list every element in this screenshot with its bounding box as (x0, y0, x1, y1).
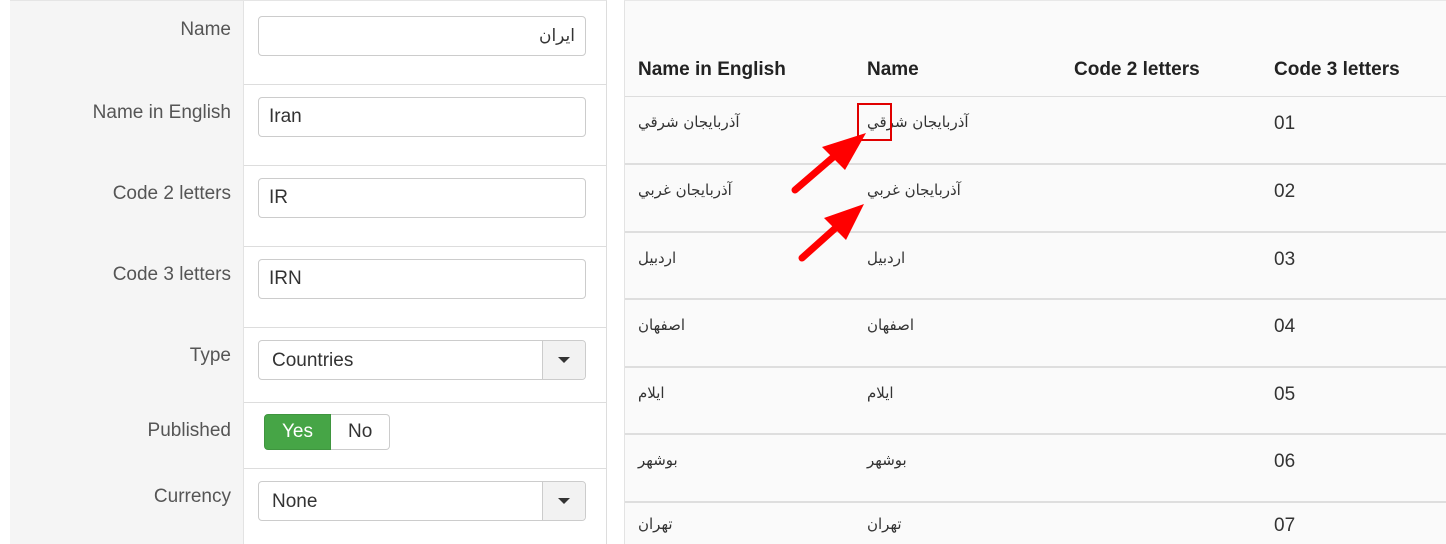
form-label-cell: Code 2 letters (10, 165, 244, 246)
form-row-name: Name (10, 1, 606, 85)
form-label-cell: Published (10, 402, 244, 468)
regions-table: Name in English Name Code 2 letters Code… (624, 0, 1446, 544)
form-label-cell: Name (10, 1, 244, 84)
cell-name: تهران (867, 515, 902, 533)
published-yes-button[interactable]: Yes (264, 414, 331, 450)
form-row-name-english: Name in English (10, 84, 606, 166)
table-row: بوشهر بوشهر 06 (625, 435, 1446, 503)
type-select[interactable]: Countries (258, 340, 586, 380)
cell-name: ايلام (867, 384, 894, 402)
cell-code3: 02 (1274, 181, 1296, 202)
form-row-published: Published Yes No (10, 402, 606, 469)
table-row: آذربایجان غربي آذربایجان غربي 02 (625, 165, 1446, 233)
form-label-cell: Type (10, 327, 244, 402)
chevron-down-icon (558, 498, 570, 504)
column-header-code3[interactable]: Code 3 letters (1274, 59, 1400, 81)
name-english-input[interactable] (258, 97, 586, 137)
form-row-code3: Code 3 letters (10, 246, 606, 328)
column-header-code2[interactable]: Code 2 letters (1074, 59, 1200, 81)
name-input[interactable] (258, 16, 586, 56)
cell-name-english: ايلام (638, 384, 665, 402)
published-label: Published (147, 420, 231, 441)
form-row-currency: Currency None (10, 468, 606, 544)
cell-name-english: تهران (638, 515, 673, 533)
name-english-label: Name in English (92, 102, 231, 123)
currency-label: Currency (153, 486, 231, 507)
cell-name: آذربایجان غربي (867, 181, 961, 199)
published-toggle: Yes No (264, 414, 391, 450)
cell-name: بوشهر (867, 451, 907, 469)
cell-name-english: اردبيل (638, 249, 677, 267)
name-label: Name (180, 19, 231, 40)
annotation-highlight-box (857, 103, 892, 141)
table-row: اصفهان اصفهان 04 (625, 300, 1446, 368)
type-label: Type (189, 345, 231, 366)
currency-select-toggle[interactable] (542, 482, 585, 520)
type-selected-value: Countries (272, 350, 354, 371)
form-label-cell: Name in English (10, 84, 244, 165)
form-row-code2: Code 2 letters (10, 165, 606, 247)
form-row-type: Type Countries (10, 327, 606, 403)
form-label-cell: Code 3 letters (10, 246, 244, 327)
cell-name-english: بوشهر (638, 451, 678, 469)
code3-label: Code 3 letters (112, 264, 231, 285)
country-edit-form: Name Name in English Code 2 letters Code… (10, 0, 607, 544)
currency-selected-value: None (272, 491, 318, 512)
cell-name: اردبيل (867, 249, 906, 267)
chevron-down-icon (558, 357, 570, 363)
type-select-toggle[interactable] (542, 341, 585, 379)
cell-code3: 03 (1274, 249, 1296, 270)
cell-name: اصفهان (867, 316, 914, 334)
table-row: تهران تهران 07 (625, 503, 1446, 544)
column-header-name-english[interactable]: Name in English (638, 59, 786, 81)
published-no-button[interactable]: No (331, 414, 391, 450)
cell-name-english: آذربایجان غربي (638, 181, 732, 199)
code2-label: Code 2 letters (112, 183, 231, 204)
cell-code3: 04 (1274, 316, 1296, 337)
table-row: اردبيل اردبيل 03 (625, 233, 1446, 300)
column-header-name[interactable]: Name (867, 59, 919, 81)
cell-code3: 07 (1274, 515, 1296, 536)
cell-name-english: آذربایجان شرقي (638, 113, 740, 131)
cell-code3: 01 (1274, 113, 1296, 134)
cell-name-english: اصفهان (638, 316, 685, 334)
currency-select[interactable]: None (258, 481, 586, 521)
table-row: ايلام ايلام 05 (625, 368, 1446, 435)
code2-input[interactable] (258, 178, 586, 218)
form-label-cell: Currency (10, 468, 244, 544)
cell-code3: 05 (1274, 384, 1296, 405)
cell-code3: 06 (1274, 451, 1296, 472)
table-row: آذربایجان شرقي آذربایجان شرقي 01 (625, 97, 1446, 165)
code3-input[interactable] (258, 259, 586, 299)
